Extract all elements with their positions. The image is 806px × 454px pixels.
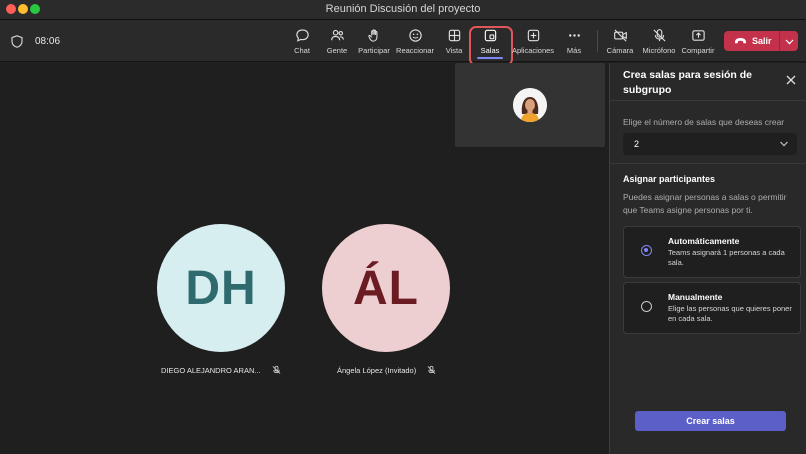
radio-automatic[interactable]: [641, 245, 652, 256]
participant-avatar-al[interactable]: ÁL: [322, 224, 450, 352]
chevron-down-icon: [785, 39, 793, 45]
option-manual-description: Elige las personas que quieres poner en …: [668, 304, 792, 323]
option-manual-title: Manualmente: [668, 292, 723, 302]
smile-icon: [408, 29, 422, 42]
radio-manual[interactable]: [641, 301, 652, 312]
participant-name: DIEGO ALEJANDRO ARAN...: [161, 366, 261, 375]
mic-off-icon: [272, 365, 281, 374]
react-button[interactable]: Reaccionar: [394, 26, 436, 60]
raise-hand-label: Participar: [358, 46, 390, 55]
apps-button[interactable]: Aplicaciones: [510, 26, 556, 60]
camera-off-icon: [613, 29, 627, 42]
chevron-down-icon: [780, 141, 788, 147]
self-video-tile[interactable]: [455, 63, 605, 147]
rooms-count-value: 2: [634, 139, 640, 149]
participant-avatar-dh[interactable]: DH: [157, 224, 285, 352]
view-grid-icon: [448, 29, 460, 42]
assign-participants-title: Asignar participantes: [623, 174, 716, 184]
more-label: Más: [566, 46, 582, 55]
option-automatic[interactable]: Automáticamente Teams asignará 1 persona…: [623, 226, 801, 278]
raise-hand-button[interactable]: Participar: [356, 26, 392, 60]
microphone-button[interactable]: Micrófono: [640, 26, 678, 60]
view-label: Vista: [445, 46, 463, 55]
option-automatic-description: Teams asignará 1 personas a cada sala.: [668, 248, 785, 267]
people-label: Gente: [326, 46, 348, 55]
panel-divider: [610, 100, 806, 101]
share-icon: [691, 30, 705, 41]
user-portrait-icon: [513, 88, 547, 122]
toolbar-divider: [597, 30, 598, 52]
panel-title: Crea salas para sesión de subgrupo: [623, 69, 752, 96]
mic-off-icon: [652, 29, 666, 42]
shield-icon[interactable]: [11, 35, 23, 48]
more-button[interactable]: Más: [561, 26, 587, 60]
share-button[interactable]: Compartir: [681, 26, 715, 60]
chat-button[interactable]: Chat: [287, 26, 317, 60]
microphone-label: Micrófono: [642, 46, 676, 55]
window-title: Reunión Discusión del proyecto: [325, 3, 481, 15]
rooms-count-prompt: Elige el número de salas que deseas crea…: [623, 117, 785, 127]
leave-options-button[interactable]: [780, 32, 798, 50]
breakout-rooms-panel: Crea salas para sesión de subgrupo Elige…: [609, 63, 806, 454]
camera-label: Cámara: [606, 46, 634, 55]
raise-hand-icon: [367, 29, 377, 42]
option-automatic-title: Automáticamente: [668, 236, 740, 246]
view-button[interactable]: Vista: [440, 26, 468, 60]
share-label: Compartir: [681, 46, 715, 55]
participant-name: Ángela López (Invitado): [337, 366, 417, 375]
active-tool-highlight: [469, 26, 513, 66]
leave-button[interactable]: Salir: [724, 31, 798, 51]
people-icon: [330, 29, 344, 41]
window-titlebar: Reunión Discusión del proyecto: [0, 0, 806, 20]
mic-off-icon: [427, 365, 436, 374]
panel-divider: [610, 163, 806, 164]
apps-plus-icon: [527, 29, 539, 42]
close-icon[interactable]: [785, 74, 797, 86]
rooms-count-select[interactable]: 2: [623, 133, 797, 155]
more-dots-icon: [568, 34, 580, 37]
leave-label: Salir: [752, 36, 772, 46]
chat-icon: [295, 29, 309, 42]
people-button[interactable]: Gente: [322, 26, 352, 60]
active-tool-indicator: [477, 57, 503, 59]
option-manual[interactable]: Manualmente Elige las personas que quier…: [623, 282, 801, 334]
camera-button[interactable]: Cámara: [605, 26, 635, 60]
leave-main-button[interactable]: Salir: [724, 31, 780, 51]
self-avatar: [513, 88, 547, 122]
chat-label: Chat: [294, 46, 310, 55]
react-label: Reaccionar: [396, 46, 434, 55]
meeting-timer: 08:06: [35, 36, 61, 47]
create-rooms-button[interactable]: Crear salas: [635, 411, 786, 431]
assign-participants-description: Puedes asignar personas a salas o permit…: [623, 192, 787, 215]
hang-up-icon: [735, 38, 746, 44]
apps-label: Aplicaciones: [511, 46, 555, 55]
